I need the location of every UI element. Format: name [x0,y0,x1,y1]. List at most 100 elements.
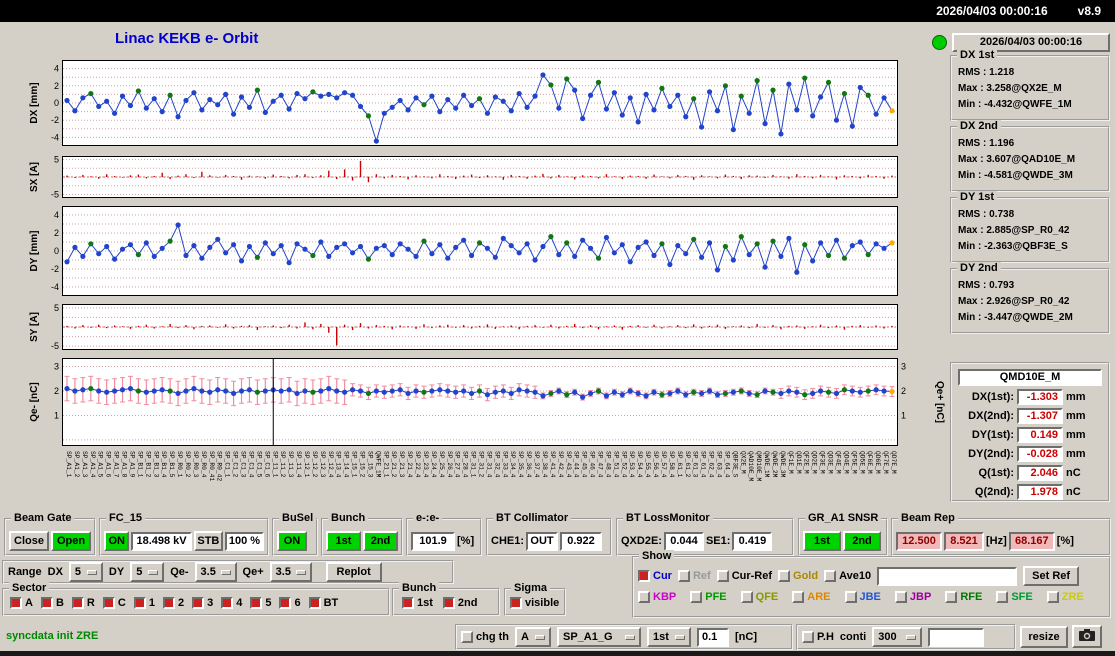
ph-checkbox[interactable]: P.H [802,631,834,643]
sector-checkbox-6[interactable]: 6 [279,597,301,609]
sector-checkbox-5[interactable]: 5 [250,597,271,609]
show-rfe-checkbox[interactable]: RFE [945,591,982,603]
dy-orbit-plot[interactable]: 4 2 0 -2 -4 DY [mm] [28,206,908,296]
sector-checkbox-c[interactable]: C [102,597,126,609]
beam-rep-percent-label: [%] [1056,535,1074,547]
show-ref-label: Ref [692,570,711,582]
replot-button[interactable]: Replot [325,562,382,582]
sector-checkbox-1[interactable]: 1 [133,597,155,609]
selected-dx2-label: DX(2nd): [968,410,1014,422]
checkbox-icon [102,597,115,609]
show-jbp-label: JBP [909,591,932,603]
range-dy-select[interactable]: 5 [130,562,165,582]
conti-label: conti [839,631,867,643]
range-dy-value: 5 [136,566,143,578]
dropdown-indicator-icon [675,634,685,640]
show-are-checkbox[interactable]: ARE [792,591,831,603]
checkbox-icon [192,597,205,609]
checkbox-icon [824,570,837,582]
selected-q2-unit: nC [1066,486,1081,498]
sector-checkbox-4[interactable]: 4 [221,597,242,609]
range-qeminus-select[interactable]: 3.5 [194,562,237,582]
interval-select-dropdown[interactable]: 300 [872,627,923,647]
dx-orbit-plot[interactable]: 4 2 0 -2 -4 DX [mm] [28,60,908,146]
selected-dy2-label: DY(2nd): [968,448,1014,460]
sigma-visible-checkbox[interactable]: visible [510,597,559,609]
ref-file-input[interactable] [877,566,1018,586]
sector-checkbox-b[interactable]: B [40,597,64,609]
svg-text:SP_11_3: SP_11_3 [287,451,294,478]
show-qfe-checkbox[interactable]: QFE [740,591,778,603]
dx-2nd-min: Min : -4.581@QWDE_3M [958,170,1073,181]
threshold-input[interactable] [697,627,729,647]
range-qeplus-select[interactable]: 3.5 [269,562,312,582]
busel-title: BuSel [279,512,317,525]
svg-text:QD5E_M: QD5E_M [858,451,865,474]
show-kbp-checkbox[interactable]: KBP [638,591,676,603]
show-sfe-checkbox[interactable]: SFE [996,591,1033,603]
bunch-2nd-checkbox[interactable]: 2nd [442,597,477,609]
charge-plot[interactable]: 3 2 1 3 2 1 Qe- [nC] Qe+ [nC] [28,358,948,446]
range-dx-select[interactable]: 5 [68,562,103,582]
dy-2nd-max: Max : 2.926@SP_R0_42 [958,296,1070,307]
svg-text:SP_11_1: SP_11_1 [271,451,278,478]
checkbox-icon [945,591,958,603]
sy-steering-plot[interactable]: 5 -5 SY [A] [28,304,908,350]
beam-gate-close-button[interactable]: Close [9,531,49,551]
sector-checkbox-r[interactable]: R [71,597,95,609]
show-ref-checkbox[interactable]: Ref [677,570,711,582]
selected-dx1-value: -1.303 [1017,389,1063,405]
sector-select-dropdown[interactable]: A [515,627,551,647]
svg-text:SY [A]: SY [A] [29,312,40,342]
show-jbp-checkbox[interactable]: JBP [894,591,932,603]
count-input[interactable] [928,627,985,647]
gr-a1-1st-button[interactable]: 1st [803,531,841,551]
sector-checkbox-3[interactable]: 3 [192,597,213,609]
show-jbe-checkbox[interactable]: JBE [844,591,881,603]
sector-checkbox-bt[interactable]: BT [308,597,338,609]
show-gold-checkbox[interactable]: Gold [778,570,818,582]
show-pfe-checkbox[interactable]: PFE [690,591,727,603]
bunch-select-dropdown[interactable]: 1st [647,627,691,647]
screenshot-button[interactable] [1072,625,1102,648]
beam-gate-open-button[interactable]: Open [51,531,91,551]
svg-text:SP_11_4: SP_11_4 [295,451,302,478]
resize-button[interactable]: resize [1020,626,1068,648]
bpm-select-dropdown[interactable]: SP_A1_G [557,627,641,647]
bunch-1st-button[interactable]: 1st [326,531,361,551]
svg-text:SP_A1_2: SP_A1_2 [73,451,80,478]
se1-value-display: 0.419 [732,531,773,551]
sector-checkbox-a[interactable]: A [10,597,33,609]
svg-text:5: 5 [54,304,59,313]
show-cur-checkbox[interactable]: Cur [638,570,672,582]
sigma-panel-title: Sigma [511,582,551,595]
busel-on-button[interactable]: ON [277,531,307,551]
sx-steering-plot[interactable]: 5 -5 SX [A] [28,156,908,198]
show-cur-ref-checkbox[interactable]: Cur-Ref [716,570,772,582]
fc15-on-button[interactable]: ON [104,531,130,551]
svg-text:SP_A1_4: SP_A1_4 [89,451,96,478]
sector-checkbox-2[interactable]: 2 [162,597,184,609]
gr-a1-2nd-button[interactable]: 2nd [843,531,881,551]
chg-th-checkbox[interactable]: chg th [461,631,509,643]
bunch-1st-checkbox[interactable]: 1st [402,597,433,609]
sector-label-4: 4 [236,597,243,609]
svg-text:SP_B1_4: SP_B1_4 [160,451,167,478]
dy-1st-rms: RMS : 0.738 [958,209,1015,220]
svg-text:QD2E_M: QD2E_M [811,451,818,474]
set-ref-button[interactable]: Set Ref [1023,566,1080,586]
show-ave10-label: Ave10 [839,570,872,582]
svg-text:QF7E_M: QF7E_M [882,451,889,474]
bpm-select-value: SP_A1_G [563,631,613,643]
svg-text:SP_45_4: SP_45_4 [581,451,588,478]
show-ave10-checkbox[interactable]: Ave10 [824,570,871,582]
beam-gate-title: Beam Gate [11,512,75,525]
checkbox-icon [308,597,321,609]
selected-dy1-value: 0.149 [1017,427,1063,443]
bunch-2nd-button[interactable]: 2nd [363,531,398,551]
svg-text:SP_12_3: SP_12_3 [319,451,326,478]
show-zre-checkbox[interactable]: ZRE [1046,591,1084,603]
fc15-stb-button[interactable]: STB [193,531,223,551]
selected-dy2-value: -0.028 [1017,446,1063,462]
svg-text:SP_15_3: SP_15_3 [366,451,373,478]
